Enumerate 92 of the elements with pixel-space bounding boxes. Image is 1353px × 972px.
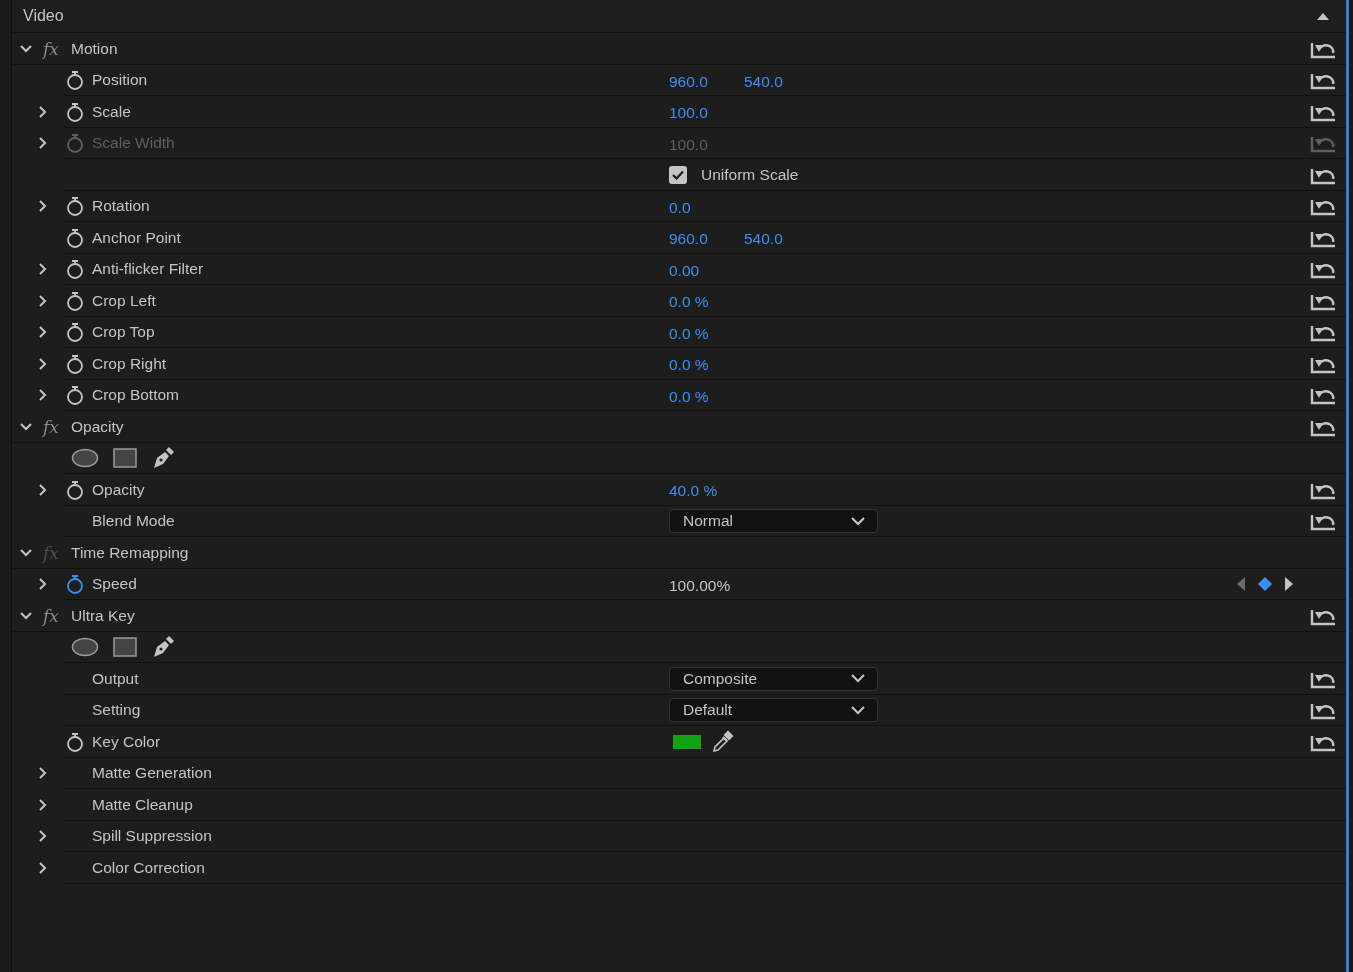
previous-keyframe-icon[interactable]: [1237, 577, 1245, 592]
checkbox-label: Uniform Scale: [701, 165, 799, 184]
parameter-value[interactable]: 960.0: [669, 69, 744, 91]
parameter-name: Crop Top: [92, 323, 155, 342]
chevron-icon[interactable]: [37, 861, 49, 874]
ellipse-mask-icon[interactable]: [71, 448, 99, 469]
chevron-icon[interactable]: [37, 389, 49, 402]
eyedropper-icon[interactable]: [710, 729, 734, 754]
effect-name[interactable]: Motion: [71, 39, 118, 58]
parameter-name: Crop Right: [92, 354, 167, 373]
stopwatch-icon[interactable]: [66, 353, 84, 374]
chevron-down-icon: [851, 516, 865, 526]
group-name[interactable]: Matte Generation: [92, 764, 212, 783]
chevron-icon[interactable]: [37, 830, 49, 843]
parameter-value[interactable]: 0.0 %: [669, 290, 744, 312]
fx-toggle[interactable]: fx: [43, 38, 61, 59]
section-title: Video: [23, 7, 64, 25]
stopwatch-icon[interactable]: [66, 196, 84, 217]
scrollbar[interactable]: [1346, 0, 1349, 972]
parameter-name: Anchor Point: [92, 228, 181, 247]
pen-icon[interactable]: [151, 635, 175, 660]
parameter-name: Speed: [92, 575, 137, 594]
parameter-value[interactable]: 0.0 %: [669, 353, 744, 375]
keyframe-diamond-icon[interactable]: [1257, 576, 1273, 593]
stopwatch-icon[interactable]: [66, 731, 84, 752]
parameter-value[interactable]: 100.0: [669, 101, 744, 123]
chevron-icon[interactable]: [37, 294, 49, 307]
stopwatch-icon[interactable]: [66, 574, 84, 595]
parameter-name: Key Color: [92, 732, 161, 751]
collapse-icon[interactable]: [1317, 12, 1329, 20]
fx-toggle[interactable]: fx: [43, 416, 61, 437]
checkbox[interactable]: [669, 165, 687, 184]
stopwatch-icon[interactable]: [66, 290, 84, 311]
chevron-icon[interactable]: [37, 483, 49, 496]
parameter-name: Scale Width: [92, 134, 175, 153]
chevron-icon[interactable]: [37, 263, 49, 276]
effect-name[interactable]: Opacity: [71, 417, 124, 436]
chevron-icon[interactable]: [37, 200, 49, 213]
effect-name[interactable]: Time Remapping: [71, 543, 189, 562]
parameter-name: Anti-flicker Filter: [92, 260, 204, 279]
dropdown[interactable]: Normal: [669, 509, 878, 534]
parameter-name: Setting: [92, 701, 141, 720]
stopwatch-icon[interactable]: [66, 70, 84, 91]
dropdown[interactable]: Composite: [669, 666, 878, 691]
parameter-name: Scale: [92, 102, 131, 121]
parameter-name: Blend Mode: [92, 512, 175, 531]
pen-icon[interactable]: [151, 446, 175, 471]
dropdown[interactable]: Default: [669, 698, 878, 723]
parameter-value[interactable]: 0.0: [669, 195, 744, 217]
parameter-name: Output: [92, 669, 139, 688]
chevron-down-icon: [851, 674, 865, 684]
stopwatch-icon[interactable]: [66, 101, 84, 122]
effect-name[interactable]: Ultra Key: [71, 606, 135, 625]
parameter-name: Rotation: [92, 197, 150, 216]
chevron-icon[interactable]: [37, 326, 49, 339]
parameter-value[interactable]: 0.00: [669, 258, 744, 280]
stopwatch-icon[interactable]: [66, 259, 84, 280]
group-name[interactable]: Spill Suppression: [92, 827, 212, 846]
rectangle-mask-icon[interactable]: [113, 637, 137, 658]
group-name[interactable]: Color Correction: [92, 858, 205, 877]
chevron-down-icon: [851, 705, 865, 715]
color-swatch[interactable]: [673, 734, 701, 749]
fx-toggle[interactable]: fx: [43, 605, 61, 626]
parameter-value[interactable]: 40.0 %: [669, 479, 744, 501]
chevron-icon[interactable]: [37, 767, 49, 780]
parameter-value[interactable]: 0.0 %: [669, 384, 744, 406]
chevron-icon[interactable]: [37, 105, 49, 118]
rectangle-mask-icon[interactable]: [113, 448, 137, 469]
chevron-icon[interactable]: [20, 42, 32, 55]
chevron-icon[interactable]: [37, 798, 49, 811]
parameter-value[interactable]: 0.0 %: [669, 321, 744, 343]
stopwatch-icon[interactable]: [66, 322, 84, 343]
stopwatch-icon[interactable]: [66, 385, 84, 406]
ellipse-mask-icon[interactable]: [71, 637, 99, 658]
group-name[interactable]: Matte Cleanup: [92, 795, 193, 814]
parameter-name: Crop Bottom: [92, 386, 179, 405]
stopwatch-icon[interactable]: [66, 479, 84, 500]
parameter-value[interactable]: 540.0: [744, 227, 819, 249]
parameter-value[interactable]: 540.0: [744, 69, 819, 91]
next-keyframe-icon[interactable]: [1285, 577, 1293, 592]
parameter-value[interactable]: 100.00%: [669, 573, 744, 595]
parameter-value[interactable]: 960.0: [669, 227, 744, 249]
parameter-name: Opacity: [92, 480, 145, 499]
chevron-icon[interactable]: [20, 546, 32, 559]
stopwatch-icon[interactable]: [66, 227, 84, 248]
chevron-icon[interactable]: [20, 609, 32, 622]
chevron-icon[interactable]: [37, 357, 49, 370]
chevron-icon[interactable]: [20, 420, 32, 433]
parameter-name: Crop Left: [92, 291, 156, 310]
chevron-icon[interactable]: [37, 578, 49, 591]
parameter-name: Position: [92, 71, 148, 90]
checkmark-icon: [672, 169, 684, 180]
